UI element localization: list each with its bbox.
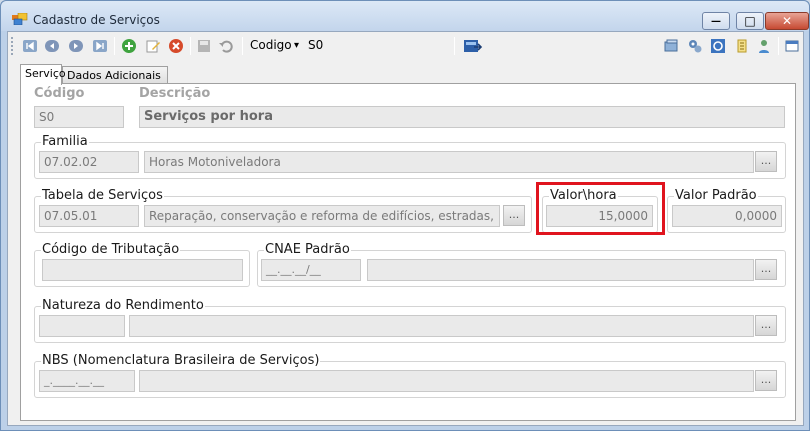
tabela-lookup-button[interactable]: ... [503,205,525,226]
cnae-label: CNAE Padrão [264,242,351,258]
settings-icon[interactable] [687,38,703,54]
add-icon[interactable] [121,38,137,54]
natureza-lookup-button[interactable]: ... [755,315,777,336]
valor-padrao-label: Valor Padrão [674,188,758,204]
natureza-code-field[interactable] [39,315,125,337]
familia-code-field[interactable]: 07.02.02 [39,151,139,173]
tab-dados-adicionais[interactable]: Dados Adicionais [62,66,168,84]
client-area: Codigo ▾ S0 Serviço Dados Adicionais Cód… [7,31,804,426]
familia-description-field[interactable]: Horas Motoniveladora [144,151,754,173]
undo-icon[interactable] [218,38,234,54]
window: Cadastro de Serviços — □ ✕ Codigo ▾ S0 S… [0,0,810,431]
title-bar: Cadastro de Serviços — □ ✕ [1,1,809,31]
maximize-button[interactable]: □ [736,12,764,30]
edit-icon[interactable] [145,38,161,54]
tab-panel-servico: Código Descrição S0 Serviços por hora Fa… [20,83,796,421]
tabela-description-field[interactable]: Reparação, conservação e reforma de edif… [144,205,500,227]
close-button[interactable]: ✕ [765,12,809,30]
valor-padrao-field[interactable]: 0,0000 [672,205,782,227]
tabela-label: Tabela de Serviços [41,188,164,204]
familia-label: Familia [41,134,89,150]
toolbar-field-value[interactable]: S0 [308,38,323,52]
nbs-label: NBS (Nomenclatura Brasileira de Serviços… [41,353,321,369]
cnae-description-field[interactable] [367,259,754,281]
save-icon[interactable] [196,38,212,54]
nbs-code-field[interactable]: _.____.__.__ [39,370,135,392]
codigo-tributacao-label: Código de Tributação [41,242,181,258]
codigo-field[interactable]: S0 [34,106,124,128]
window-menu-icon[interactable] [784,38,800,54]
tabela-code-field[interactable]: 07.05.01 [39,205,139,227]
natureza-label: Natureza do Rendimento [41,298,205,314]
minimize-icon: — [711,16,721,27]
toolbar-field-label[interactable]: Codigo [250,38,292,52]
toolbar-grip-icon[interactable] [11,37,14,55]
export-icon[interactable] [463,38,483,54]
tab-servico[interactable]: Serviço [20,64,66,85]
nbs-lookup-button[interactable]: ... [755,370,777,391]
natureza-description-field[interactable] [129,315,754,337]
codigo-label: Código [34,86,85,101]
codigo-tributacao-field[interactable] [42,259,243,281]
nbs-description-field[interactable] [139,370,754,392]
valor-hora-highlight [536,182,665,235]
delete-icon[interactable] [168,38,184,54]
window-title: Cadastro de Serviços [33,13,160,27]
descricao-label: Descrição [139,86,211,101]
app-icon [12,13,28,25]
toolbar: Codigo ▾ S0 [8,32,803,59]
notes-icon[interactable] [734,38,750,54]
descricao-field[interactable]: Serviços por hora [139,106,785,128]
maximize-icon: □ [744,14,756,28]
chevron-down-icon[interactable]: ▾ [294,40,299,51]
last-record-icon[interactable] [92,38,108,54]
cards-icon[interactable] [663,38,679,54]
familia-lookup-button[interactable]: ... [755,151,777,172]
cnae-code-field[interactable]: __.__.__/__ [261,259,361,281]
cnae-lookup-button[interactable]: ... [755,259,777,280]
close-icon: ✕ [781,14,793,28]
previous-record-icon[interactable] [44,38,60,54]
minimize-button[interactable]: — [702,12,730,30]
refresh-icon[interactable] [710,38,726,54]
next-record-icon[interactable] [68,38,84,54]
user-icon[interactable] [756,38,772,54]
first-record-icon[interactable] [22,38,38,54]
